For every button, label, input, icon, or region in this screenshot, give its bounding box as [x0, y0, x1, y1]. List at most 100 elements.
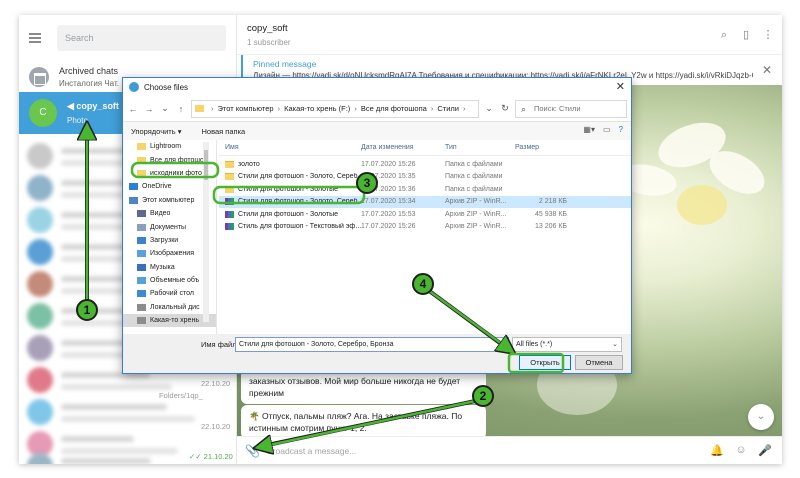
- chevron-down-icon[interactable]: ⌄: [159, 103, 171, 114]
- file-date: 17.07.2020 15:26: [361, 160, 416, 168]
- pc-icon: [129, 196, 138, 204]
- folder-search-input[interactable]: Поиск: Стили: [515, 99, 627, 118]
- file-row[interactable]: золото 17.07.2020 15:26 Папка с файлами: [219, 158, 631, 171]
- microphone-icon[interactable]: 🎤: [758, 444, 772, 458]
- up-icon[interactable]: ↑: [175, 104, 187, 114]
- disk-icon: [137, 303, 146, 311]
- file-type: Папка с файлами: [445, 173, 503, 181]
- chevron-down-icon[interactable]: ⌄: [483, 103, 495, 114]
- scroll-down-button[interactable]: ⌄: [748, 404, 774, 430]
- megaphone-icon: ◀: [67, 101, 77, 111]
- channel-title: copy_soft: [247, 23, 288, 34]
- view-options-icon[interactable]: ▦▾: [583, 125, 595, 134]
- dialog-footer: Имя файла: Стили для фотошоп - Золото, С…: [123, 334, 631, 373]
- filetype-select[interactable]: All files (*.*) ⌄: [512, 337, 622, 352]
- breadcrumb-item[interactable]: Стили: [437, 104, 459, 113]
- search-icon[interactable]: ⌕: [718, 29, 730, 41]
- scrollbar[interactable]: [203, 142, 209, 322]
- nav-item-label: Загрузки: [150, 236, 179, 244]
- column-header-date[interactable]: Дата изменения: [361, 144, 445, 151]
- file-row[interactable]: Стили для фотошоп - Золото, Серебро, ...…: [219, 195, 631, 208]
- file-size: 13 206 КБ: [534, 223, 567, 231]
- message-input[interactable]: Broadcast a message...: [267, 446, 710, 456]
- down-icon: [137, 236, 146, 244]
- chevron-down-icon: ⌄: [612, 341, 618, 348]
- file-name: золото: [238, 160, 260, 168]
- avatar: [27, 303, 53, 329]
- file-size: 2 218 КБ: [538, 198, 567, 206]
- file-date: 17.07.2020 15:26: [361, 223, 416, 231]
- message-bubble: 🌴 Отпуск, пальмы пляж? Ага. На заставке …: [241, 405, 486, 439]
- folder-icon: [195, 105, 204, 112]
- chat-item[interactable]: [27, 397, 227, 427]
- refresh-icon[interactable]: ↻: [499, 103, 511, 114]
- chat-list-topbar: Search: [19, 15, 236, 61]
- preview-pane-icon[interactable]: ▭: [603, 125, 611, 134]
- annotation-badge-1: 1: [76, 299, 98, 321]
- emoji-icon[interactable]: ☺: [734, 444, 748, 458]
- channel-subtitle: 1 subscriber: [247, 38, 291, 47]
- forward-icon[interactable]: →: [143, 104, 155, 114]
- navigation-pane: Lightroom Все для фотошо исходники фото One…: [123, 140, 217, 336]
- nav-item-label: OneDrive: [142, 183, 172, 191]
- dialog-title: Choose files: [144, 82, 189, 92]
- paperclip-icon[interactable]: 📎: [245, 444, 260, 458]
- new-folder-button[interactable]: Новая папка: [201, 127, 245, 136]
- nav-item-label: Какая-то хрень: [150, 317, 199, 325]
- file-name: Стили для фотошоп - Золотые: [238, 210, 339, 218]
- cancel-button[interactable]: Отмена: [575, 355, 623, 370]
- folder-icon: [137, 169, 146, 177]
- nav-item-label: Музыка: [150, 263, 175, 271]
- dialog-body: Lightroom Все для фотошо исходники фото One…: [123, 140, 631, 336]
- chat-date: 22.10.20: [201, 422, 231, 431]
- open-button[interactable]: Открыть: [519, 355, 571, 370]
- archive-icon: [225, 198, 234, 206]
- archived-subtitle: Инсталогия Чат.: [59, 79, 119, 88]
- chat-name-blurred: [61, 404, 167, 410]
- video-icon: [137, 210, 146, 218]
- column-header-size[interactable]: Размер: [515, 144, 575, 151]
- file-row[interactable]: Стиль для фотошоп - Текстовый эфф... 17.0…: [219, 221, 631, 234]
- annotation-badge-3: 3: [356, 172, 378, 194]
- file-row[interactable]: Стили для фотошоп - Золото, Серебро, ...…: [219, 171, 631, 184]
- close-icon[interactable]: ✕: [616, 80, 625, 93]
- file-name: Стили для фотошоп - Золотые: [238, 185, 339, 193]
- chat-last-message: Photo: [67, 116, 88, 125]
- file-type: Папка с файлами: [445, 160, 503, 168]
- folder-icon: [137, 143, 146, 151]
- file-row[interactable]: Стили для фотошоп - Золотые 17.07.2020 15…: [219, 183, 631, 196]
- 3d-icon: [137, 277, 146, 285]
- file-name: Стиль для фотошоп - Текстовый эфф...: [238, 223, 366, 231]
- more-icon[interactable]: ⋮: [762, 29, 774, 41]
- search-input[interactable]: Search: [57, 25, 226, 51]
- avatar: [27, 335, 53, 361]
- emoji-icon: 🌴: [249, 411, 262, 421]
- address-row: ← → ⌄ ↑ › Этот компьютер › Какая-то хрень…: [123, 96, 631, 122]
- breadcrumb-item[interactable]: Какая-то хрень (F:): [284, 104, 350, 113]
- avatar: [27, 175, 53, 201]
- disk-icon: [137, 317, 146, 325]
- avatar: [27, 271, 53, 297]
- chevron-down-icon[interactable]: ⌄: [495, 337, 509, 352]
- sidebar-toggle-icon[interactable]: ▯: [740, 29, 752, 41]
- organize-button[interactable]: Упорядочить ▾: [131, 127, 181, 136]
- column-header-type[interactable]: Тип: [445, 144, 515, 151]
- breadcrumb-item[interactable]: Этот компьютер: [218, 104, 274, 113]
- help-icon[interactable]: ?: [619, 125, 623, 134]
- chat-preview-blurred: [61, 416, 195, 422]
- bell-icon[interactable]: 🔔: [710, 444, 724, 458]
- chat-header: copy_soft 1 subscriber ⌕ ▯ ⋮: [237, 15, 782, 55]
- file-row[interactable]: Стили для фотошоп - Золотые 17.07.2020 15…: [219, 208, 631, 221]
- message-input-bar: 📎 Broadcast a message... 🔔 ☺ 🎤: [237, 436, 782, 464]
- breadcrumb-item[interactable]: Все для фотошопа: [361, 104, 427, 113]
- nav-item-label: Рабочий стол: [150, 290, 194, 298]
- file-list: Имя Дата изменения Тип Размер золото 17.0…: [219, 140, 631, 336]
- column-header-name[interactable]: Имя: [219, 144, 361, 151]
- chat-preview-blurred: [61, 384, 172, 390]
- close-icon[interactable]: ✕: [762, 63, 772, 77]
- address-bar[interactable]: › Этот компьютер › Какая-то хрень (F:) › В…: [191, 99, 479, 118]
- menu-icon[interactable]: [29, 33, 41, 43]
- file-name: Стили для фотошоп - Золото, Серебро, ...: [238, 173, 366, 181]
- filename-input[interactable]: Стили для фотошоп - Золото, Серебро, Бро…: [235, 337, 509, 352]
- back-icon[interactable]: ←: [127, 104, 139, 114]
